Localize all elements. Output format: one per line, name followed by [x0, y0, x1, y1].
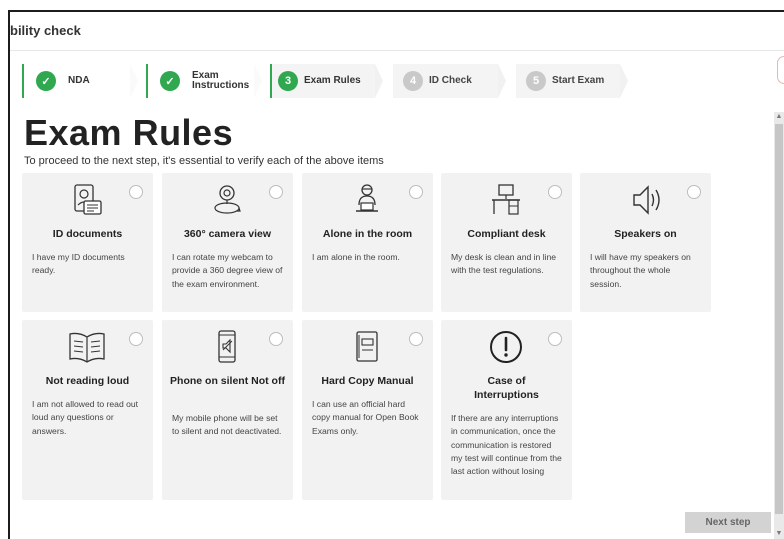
check-icon: ✓ [36, 71, 56, 91]
rule-card-hard-copy-manual[interactable]: Hard Copy Manual I can use an official h… [302, 320, 433, 500]
rule-card-alone[interactable]: Alone in the room I am alone in the room… [302, 173, 433, 312]
rule-card-compliant-desk[interactable]: Compliant desk My desk is clean and in l… [441, 173, 572, 312]
rule-description: I am not allowed to read out loud any qu… [32, 399, 139, 436]
book-icon [69, 332, 105, 363]
rule-card-interruptions[interactable]: Case of Interruptions If there are any i… [441, 320, 572, 500]
step-start-exam[interactable]: 5 Start Exam [516, 64, 628, 98]
vertical-scrollbar[interactable]: ▲ ▼ [774, 112, 784, 539]
step-label-line2: Instructions [192, 80, 250, 91]
edge-tab-fragment [777, 56, 784, 84]
rule-description: My desk is clean and in line with the te… [451, 252, 557, 276]
rule-title: Speakers on [614, 228, 677, 240]
person-at-desk-icon [356, 184, 378, 212]
rule-title: 360° camera view [183, 228, 272, 240]
rule-description: I have my ID documents ready. [32, 252, 125, 276]
rule-title: Phone on silent Not off [170, 375, 285, 387]
rule-title: Compliant desk [467, 228, 546, 240]
camera-360-icon [214, 185, 241, 214]
rule-title: Case of Interruptions [474, 375, 539, 401]
step-label: Exam Rules [304, 75, 361, 86]
rule-title: ID documents [52, 228, 123, 240]
rule-description: My mobile phone will be set to silent an… [172, 413, 282, 437]
step-exam-instructions[interactable]: ✓ Exam Instructions [146, 64, 262, 98]
step-label: Start Exam [552, 75, 605, 86]
manual-icon [356, 331, 378, 362]
progress-stepper: ✓ NDA ✓ Exam Instructions 3 Exam Rules 4… [22, 64, 642, 98]
exclamation-icon [490, 331, 522, 363]
speaker-icon [633, 185, 660, 215]
step-exam-rules[interactable]: 3 Exam Rules [270, 64, 383, 98]
app-title: bility check [10, 23, 81, 38]
step-number-badge: 5 [526, 71, 546, 91]
rule-description: I can use an official hard copy manual f… [312, 399, 419, 436]
rule-radio[interactable] [687, 185, 701, 199]
rule-radio[interactable] [269, 332, 283, 346]
rule-title: Alone in the room [322, 228, 413, 240]
rule-radio[interactable] [409, 185, 423, 199]
rule-radio[interactable] [548, 332, 562, 346]
scroll-up-arrow-icon[interactable]: ▲ [774, 112, 784, 122]
phone-silent-icon [218, 330, 236, 363]
rule-radio[interactable] [269, 185, 283, 199]
step-nda[interactable]: ✓ NDA [22, 64, 138, 98]
scroll-down-arrow-icon[interactable]: ▼ [774, 529, 784, 539]
rule-description: I am alone in the room. [312, 252, 400, 262]
rule-title: Hard Copy Manual [321, 375, 414, 387]
rule-radio[interactable] [129, 332, 143, 346]
rule-description: I will have my speakers on throughout th… [590, 252, 691, 289]
id-documents-icon [74, 184, 102, 215]
rule-radio[interactable] [129, 185, 143, 199]
rule-card-360-camera[interactable]: 360° camera view I can rotate my webcam … [162, 173, 293, 312]
next-step-button[interactable]: Next step [685, 512, 771, 533]
title-bar: bility check [10, 12, 784, 84]
step-label: NDA [68, 75, 90, 86]
scrollbar-thumb[interactable] [775, 124, 783, 514]
check-icon: ✓ [160, 71, 180, 91]
rule-card-not-reading-loud[interactable]: Not reading loud I am not allowed to rea… [22, 320, 153, 500]
rule-description: I can rotate my webcam to provide a 360 … [172, 252, 283, 289]
step-number-badge: 3 [278, 71, 298, 91]
page-title: Exam Rules [24, 112, 234, 153]
rule-card-phone-silent[interactable]: Phone on silent Not off My mobile phone … [162, 320, 293, 500]
step-number-badge: 4 [403, 71, 423, 91]
step-label: ID Check [429, 75, 472, 86]
rule-radio[interactable] [548, 185, 562, 199]
rule-title: Not reading loud [45, 375, 130, 387]
rule-card-speakers[interactable]: Speakers on I will have my speakers on t… [580, 173, 711, 312]
desk-icon [492, 184, 520, 215]
page-subtitle: To proceed to the next step, it's essent… [24, 155, 384, 167]
step-id-check[interactable]: 4 ID Check [393, 64, 506, 98]
rule-description: If there are any interruptions in commun… [451, 413, 562, 477]
rule-card-id-documents[interactable]: ID documents I have my ID documents read… [22, 173, 153, 312]
rule-radio[interactable] [409, 332, 423, 346]
window-frame-left [8, 10, 10, 539]
